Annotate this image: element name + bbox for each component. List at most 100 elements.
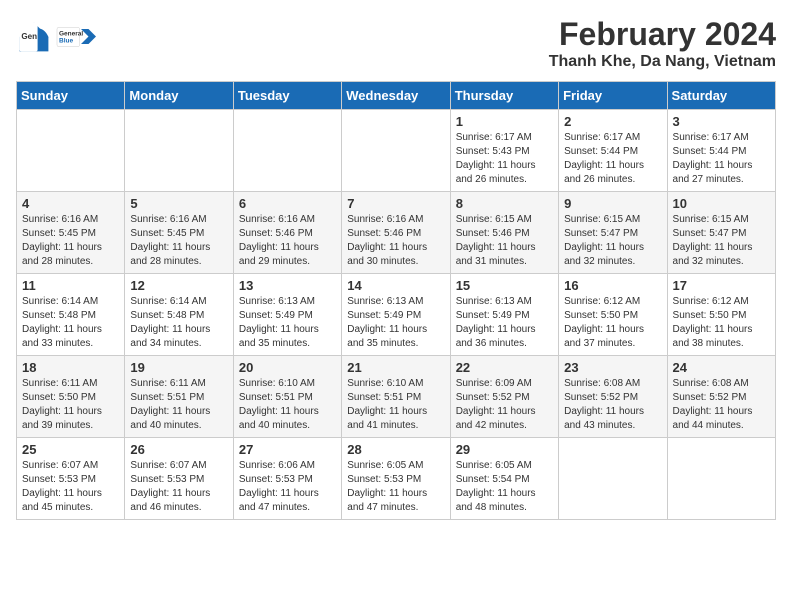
day-number: 9 bbox=[564, 196, 661, 211]
calendar-cell: 20 Sunrise: 6:10 AM Sunset: 5:51 PM Dayli… bbox=[233, 356, 341, 438]
day-info: Sunrise: 6:08 AM Sunset: 5:52 PM Dayligh… bbox=[564, 377, 661, 433]
calendar-cell: 6 Sunrise: 6:16 AM Sunset: 5:46 PM Daylig… bbox=[233, 192, 341, 274]
day-number: 20 bbox=[239, 360, 336, 375]
calendar-week-2: 4Sunrise: 6:16 AM Sunset: 5:45 PM Daylig… bbox=[17, 192, 776, 274]
calendar-cell: 27 Sunrise: 6:06 AM Sunset: 5:53 PM Dayli… bbox=[233, 438, 341, 520]
day-info: Sunrise: 6:16 AM Sunset: 5:46 PM Dayligh… bbox=[347, 213, 444, 269]
calendar-week-1: 1 Sunrise: 6:17 AM Sunset: 5:43 PM Daylig… bbox=[17, 110, 776, 192]
calendar-cell: 17 Sunrise: 6:12 AM Sunset: 5:50 PM Dayli… bbox=[667, 274, 775, 356]
page-header: Gen General Blue February 2024 Thanh Khe… bbox=[16, 16, 776, 71]
day-info: Sunrise: 6:10 AM Sunset: 5:51 PM Dayligh… bbox=[239, 377, 336, 433]
calendar-table: SundayMondayTuesdayWednesdayThursdayFrid… bbox=[16, 81, 776, 520]
calendar-week-3: 11 Sunrise: 6:14 AM Sunset: 5:48 PM Dayli… bbox=[17, 274, 776, 356]
day-number: 24 bbox=[673, 360, 770, 375]
day-number: 29 bbox=[456, 442, 553, 457]
weekday-tuesday: Tuesday bbox=[233, 82, 341, 110]
svg-text:Gen: Gen bbox=[21, 32, 37, 41]
calendar-cell: 29Sunrise: 6:05 AM Sunset: 5:54 PM Dayli… bbox=[450, 438, 558, 520]
day-info: Sunrise: 6:09 AM Sunset: 5:52 PM Dayligh… bbox=[456, 377, 553, 433]
calendar-cell: 1 Sunrise: 6:17 AM Sunset: 5:43 PM Daylig… bbox=[450, 110, 558, 192]
day-info: Sunrise: 6:16 AM Sunset: 5:46 PM Dayligh… bbox=[239, 213, 336, 269]
day-info: Sunrise: 6:11 AM Sunset: 5:50 PM Dayligh… bbox=[22, 377, 119, 433]
day-number: 15 bbox=[456, 278, 553, 293]
day-info: Sunrise: 6:12 AM Sunset: 5:50 PM Dayligh… bbox=[564, 295, 661, 351]
day-number: 16 bbox=[564, 278, 661, 293]
day-number: 12 bbox=[130, 278, 227, 293]
day-number: 21 bbox=[347, 360, 444, 375]
day-info: Sunrise: 6:13 AM Sunset: 5:49 PM Dayligh… bbox=[456, 295, 553, 351]
day-info: Sunrise: 6:12 AM Sunset: 5:50 PM Dayligh… bbox=[673, 295, 770, 351]
day-info: Sunrise: 6:14 AM Sunset: 5:48 PM Dayligh… bbox=[130, 295, 227, 351]
calendar-cell: 10Sunrise: 6:15 AM Sunset: 5:47 PM Dayli… bbox=[667, 192, 775, 274]
day-number: 27 bbox=[239, 442, 336, 457]
svg-text:General: General bbox=[59, 31, 83, 38]
calendar-cell: 3 Sunrise: 6:17 AM Sunset: 5:44 PM Daylig… bbox=[667, 110, 775, 192]
day-number: 1 bbox=[456, 114, 553, 129]
day-number: 6 bbox=[239, 196, 336, 211]
weekday-saturday: Saturday bbox=[667, 82, 775, 110]
day-number: 3 bbox=[673, 114, 770, 129]
logo-icon: Gen bbox=[16, 19, 52, 55]
day-info: Sunrise: 6:15 AM Sunset: 5:46 PM Dayligh… bbox=[456, 213, 553, 269]
day-info: Sunrise: 6:13 AM Sunset: 5:49 PM Dayligh… bbox=[239, 295, 336, 351]
svg-text:Blue: Blue bbox=[59, 38, 73, 45]
day-number: 2 bbox=[564, 114, 661, 129]
day-info: Sunrise: 6:08 AM Sunset: 5:52 PM Dayligh… bbox=[673, 377, 770, 433]
day-info: Sunrise: 6:15 AM Sunset: 5:47 PM Dayligh… bbox=[564, 213, 661, 269]
day-number: 14 bbox=[347, 278, 444, 293]
day-number: 8 bbox=[456, 196, 553, 211]
calendar-cell bbox=[559, 438, 667, 520]
calendar-cell: 19Sunrise: 6:11 AM Sunset: 5:51 PM Dayli… bbox=[125, 356, 233, 438]
day-info: Sunrise: 6:07 AM Sunset: 5:53 PM Dayligh… bbox=[130, 459, 227, 515]
day-info: Sunrise: 6:15 AM Sunset: 5:47 PM Dayligh… bbox=[673, 213, 770, 269]
day-number: 13 bbox=[239, 278, 336, 293]
day-info: Sunrise: 6:11 AM Sunset: 5:51 PM Dayligh… bbox=[130, 377, 227, 433]
day-info: Sunrise: 6:17 AM Sunset: 5:43 PM Dayligh… bbox=[456, 131, 553, 187]
day-number: 26 bbox=[130, 442, 227, 457]
day-info: Sunrise: 6:16 AM Sunset: 5:45 PM Dayligh… bbox=[130, 213, 227, 269]
title-block: February 2024 Thanh Khe, Da Nang, Vietna… bbox=[549, 16, 776, 71]
day-info: Sunrise: 6:17 AM Sunset: 5:44 PM Dayligh… bbox=[564, 131, 661, 187]
calendar-week-4: 18 Sunrise: 6:11 AM Sunset: 5:50 PM Dayli… bbox=[17, 356, 776, 438]
weekday-thursday: Thursday bbox=[450, 82, 558, 110]
calendar-cell: 8 Sunrise: 6:15 AM Sunset: 5:46 PM Daylig… bbox=[450, 192, 558, 274]
day-info: Sunrise: 6:07 AM Sunset: 5:53 PM Dayligh… bbox=[22, 459, 119, 515]
calendar-cell: 24 Sunrise: 6:08 AM Sunset: 5:52 PM Dayli… bbox=[667, 356, 775, 438]
day-info: Sunrise: 6:17 AM Sunset: 5:44 PM Dayligh… bbox=[673, 131, 770, 187]
day-info: Sunrise: 6:06 AM Sunset: 5:53 PM Dayligh… bbox=[239, 459, 336, 515]
day-number: 7 bbox=[347, 196, 444, 211]
calendar-cell: 4Sunrise: 6:16 AM Sunset: 5:45 PM Daylig… bbox=[17, 192, 125, 274]
calendar-cell bbox=[17, 110, 125, 192]
calendar-cell bbox=[667, 438, 775, 520]
day-info: Sunrise: 6:14 AM Sunset: 5:48 PM Dayligh… bbox=[22, 295, 119, 351]
weekday-friday: Friday bbox=[559, 82, 667, 110]
day-number: 18 bbox=[22, 360, 119, 375]
calendar-cell bbox=[342, 110, 450, 192]
day-number: 17 bbox=[673, 278, 770, 293]
calendar-cell: 26 Sunrise: 6:07 AM Sunset: 5:53 PM Dayli… bbox=[125, 438, 233, 520]
day-number: 5 bbox=[130, 196, 227, 211]
day-info: Sunrise: 6:13 AM Sunset: 5:49 PM Dayligh… bbox=[347, 295, 444, 351]
logo: Gen General Blue bbox=[16, 16, 106, 58]
calendar-cell: 23Sunrise: 6:08 AM Sunset: 5:52 PM Dayli… bbox=[559, 356, 667, 438]
day-number: 11 bbox=[22, 278, 119, 293]
weekday-monday: Monday bbox=[125, 82, 233, 110]
calendar-cell: 5 Sunrise: 6:16 AM Sunset: 5:45 PM Daylig… bbox=[125, 192, 233, 274]
calendar-week-5: 25Sunrise: 6:07 AM Sunset: 5:53 PM Dayli… bbox=[17, 438, 776, 520]
calendar-cell: 18 Sunrise: 6:11 AM Sunset: 5:50 PM Dayli… bbox=[17, 356, 125, 438]
calendar-cell bbox=[125, 110, 233, 192]
calendar-cell: 16 Sunrise: 6:12 AM Sunset: 5:50 PM Dayli… bbox=[559, 274, 667, 356]
calendar-cell: 12 Sunrise: 6:14 AM Sunset: 5:48 PM Dayli… bbox=[125, 274, 233, 356]
weekday-header-row: SundayMondayTuesdayWednesdayThursdayFrid… bbox=[17, 82, 776, 110]
day-number: 22 bbox=[456, 360, 553, 375]
calendar-cell: 25Sunrise: 6:07 AM Sunset: 5:53 PM Dayli… bbox=[17, 438, 125, 520]
day-number: 28 bbox=[347, 442, 444, 457]
calendar-body: 1 Sunrise: 6:17 AM Sunset: 5:43 PM Daylig… bbox=[17, 110, 776, 520]
weekday-wednesday: Wednesday bbox=[342, 82, 450, 110]
calendar-cell: 2 Sunrise: 6:17 AM Sunset: 5:44 PM Daylig… bbox=[559, 110, 667, 192]
location: Thanh Khe, Da Nang, Vietnam bbox=[549, 53, 776, 71]
calendar-cell: 7 Sunrise: 6:16 AM Sunset: 5:46 PM Daylig… bbox=[342, 192, 450, 274]
calendar-cell: 22 Sunrise: 6:09 AM Sunset: 5:52 PM Dayli… bbox=[450, 356, 558, 438]
calendar-cell: 28Sunrise: 6:05 AM Sunset: 5:53 PM Dayli… bbox=[342, 438, 450, 520]
calendar-cell: 11 Sunrise: 6:14 AM Sunset: 5:48 PM Dayli… bbox=[17, 274, 125, 356]
